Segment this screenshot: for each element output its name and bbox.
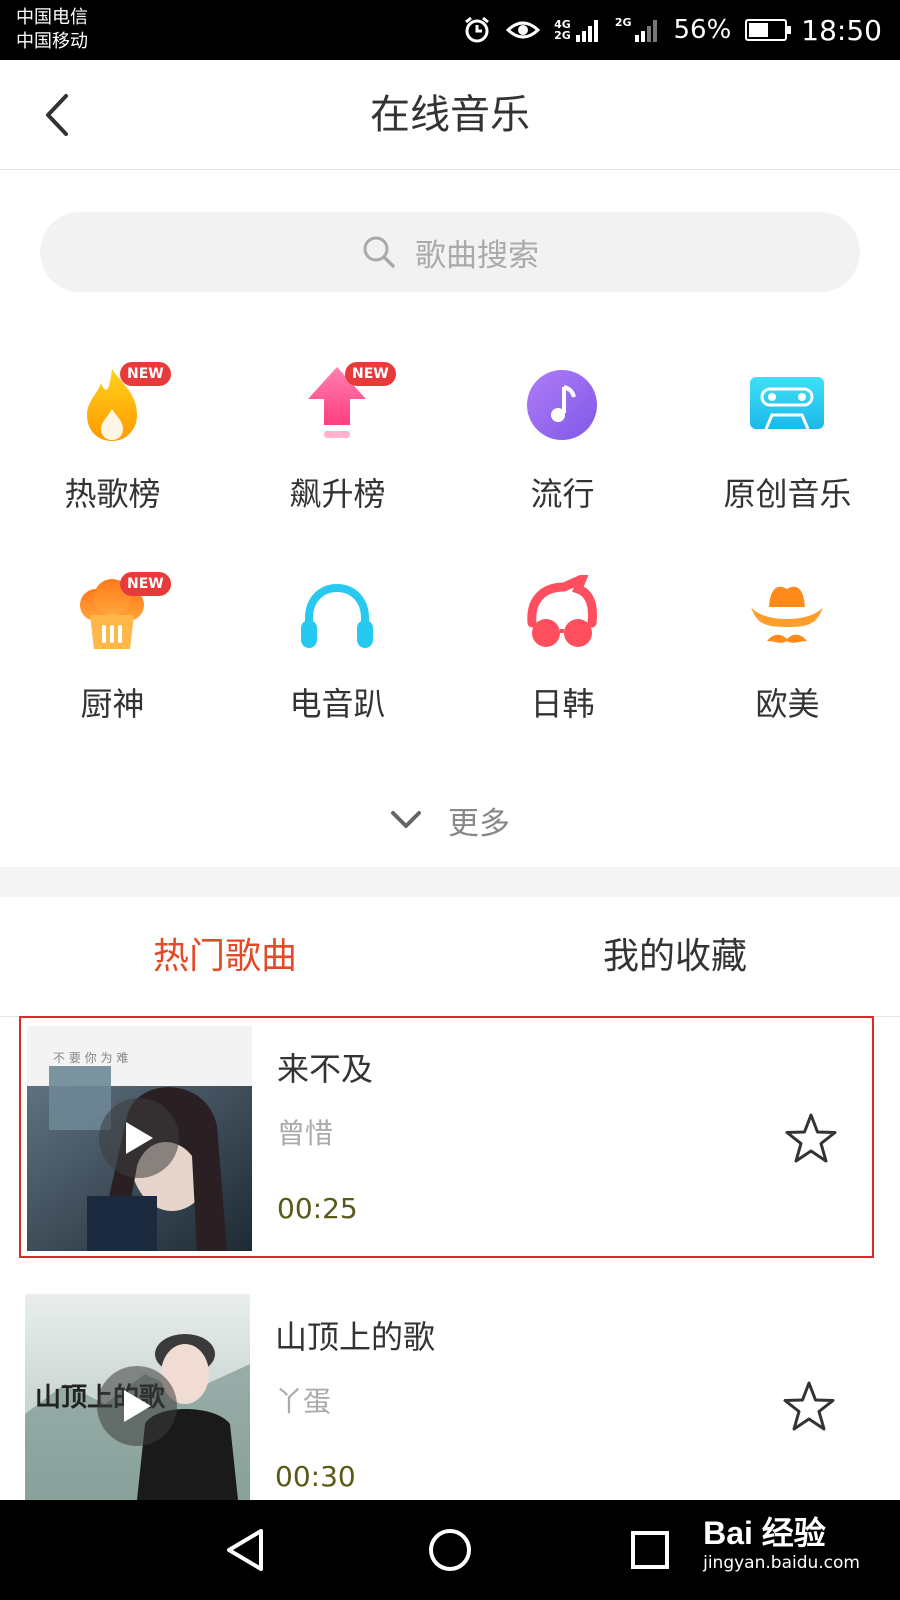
more-label: 更多 (448, 805, 510, 842)
play-icon (126, 1122, 153, 1154)
favorite-button[interactable] (781, 1110, 841, 1170)
cowboy-hat-icon (747, 570, 827, 660)
clock: 18:50 (801, 13, 882, 47)
album-cover: 不 要 你 为 难 (27, 1026, 252, 1251)
song-title: 山顶上的歌 (275, 1318, 436, 1356)
category-label: 流行 (530, 475, 595, 513)
tab-my-favorites[interactable]: 我的收藏 (450, 897, 900, 1017)
nav-recent-button[interactable] (620, 1522, 680, 1578)
signal-icon-sim2: 2G (615, 17, 660, 43)
carrier-2: 中国移动 (16, 31, 88, 52)
nav-home-button[interactable] (420, 1522, 480, 1578)
music-note-icon (522, 360, 602, 450)
svg-text:不 要 你 为 难: 不 要 你 为 难 (53, 1051, 128, 1065)
category-label: 厨神 (80, 685, 145, 723)
square-recent-icon (631, 1531, 669, 1569)
glasses-icon (522, 570, 602, 660)
song-artist: 丫蛋 (275, 1385, 332, 1418)
play-button[interactable] (97, 1366, 177, 1446)
song-duration: 00:25 (277, 1192, 358, 1225)
search-icon (363, 236, 395, 268)
category-pop[interactable]: 流行 (450, 350, 675, 540)
play-icon (124, 1390, 151, 1422)
section-divider (0, 867, 900, 897)
battery-icon (745, 19, 792, 41)
chevron-down-icon (391, 811, 421, 828)
song-title: 来不及 (277, 1050, 374, 1088)
category-original-music[interactable]: 原创音乐 (675, 350, 900, 540)
baidu-watermark: Bai 经验 jingyan.baidu.com (703, 1515, 860, 1573)
new-badge: NEW (345, 362, 396, 386)
category-japan-korea[interactable]: 日韩 (450, 560, 675, 750)
play-button[interactable] (99, 1098, 179, 1178)
category-edm-party[interactable]: 电音趴 (225, 560, 450, 750)
carrier-info: 中国电信 中国移动 (16, 6, 88, 54)
new-badge: NEW (120, 572, 171, 596)
nav-back-button[interactable] (215, 1522, 275, 1578)
category-label: 电音趴 (289, 685, 386, 723)
star-icon (783, 1381, 835, 1431)
carrier-1: 中国电信 (16, 7, 88, 28)
category-chef[interactable]: NEW 厨神 (0, 560, 225, 750)
signal-icon-sim1: 4G 2G (554, 17, 601, 43)
category-label: 欧美 (755, 685, 820, 723)
triangle-back-icon (227, 1529, 263, 1571)
song-item[interactable]: 山顶上的歌 山顶上的歌 丫蛋 00:30 (19, 1286, 874, 1528)
category-western[interactable]: 欧美 (675, 560, 900, 750)
new-badge: NEW (120, 362, 171, 386)
eye-icon (506, 18, 541, 42)
battery-percent: 56% (673, 15, 732, 45)
star-icon (785, 1113, 837, 1163)
tab-bar: 热门歌曲 我的收藏 (0, 897, 900, 1017)
cassette-icon (747, 360, 827, 450)
status-bar: 中国电信 中国移动 4G 2G 2G 56% 18:50 (0, 0, 900, 60)
song-item[interactable]: 不 要 你 为 难 来不及 曾惜 00:25 (19, 1016, 874, 1258)
category-label: 日韩 (530, 685, 595, 723)
system-nav-bar: Bai 经验 jingyan.baidu.com (0, 1500, 900, 1600)
title-bar: 在线音乐 (0, 60, 900, 170)
song-duration: 00:30 (275, 1460, 356, 1493)
category-rising-chart[interactable]: NEW 飙升榜 (225, 350, 450, 540)
tab-hot-songs[interactable]: 热门歌曲 (0, 897, 450, 1017)
song-artist: 曾惜 (277, 1117, 334, 1150)
headphones-icon (297, 570, 377, 660)
favorite-button[interactable] (779, 1378, 839, 1438)
alarm-icon (462, 15, 492, 45)
category-label: 飙升榜 (289, 475, 386, 513)
page-title: 在线音乐 (370, 92, 530, 138)
category-label: 原创音乐 (723, 475, 852, 513)
circle-home-icon (429, 1529, 471, 1571)
search-placeholder: 歌曲搜索 (415, 237, 539, 274)
more-button[interactable]: 更多 (0, 790, 900, 850)
category-hot-chart[interactable]: NEW 热歌榜 (0, 350, 225, 540)
status-icons: 4G 2G 2G 56% 18:50 (462, 12, 882, 48)
album-cover: 山顶上的歌 (25, 1294, 250, 1519)
category-label: 热歌榜 (64, 475, 161, 513)
search-input[interactable]: 歌曲搜索 (40, 212, 860, 292)
